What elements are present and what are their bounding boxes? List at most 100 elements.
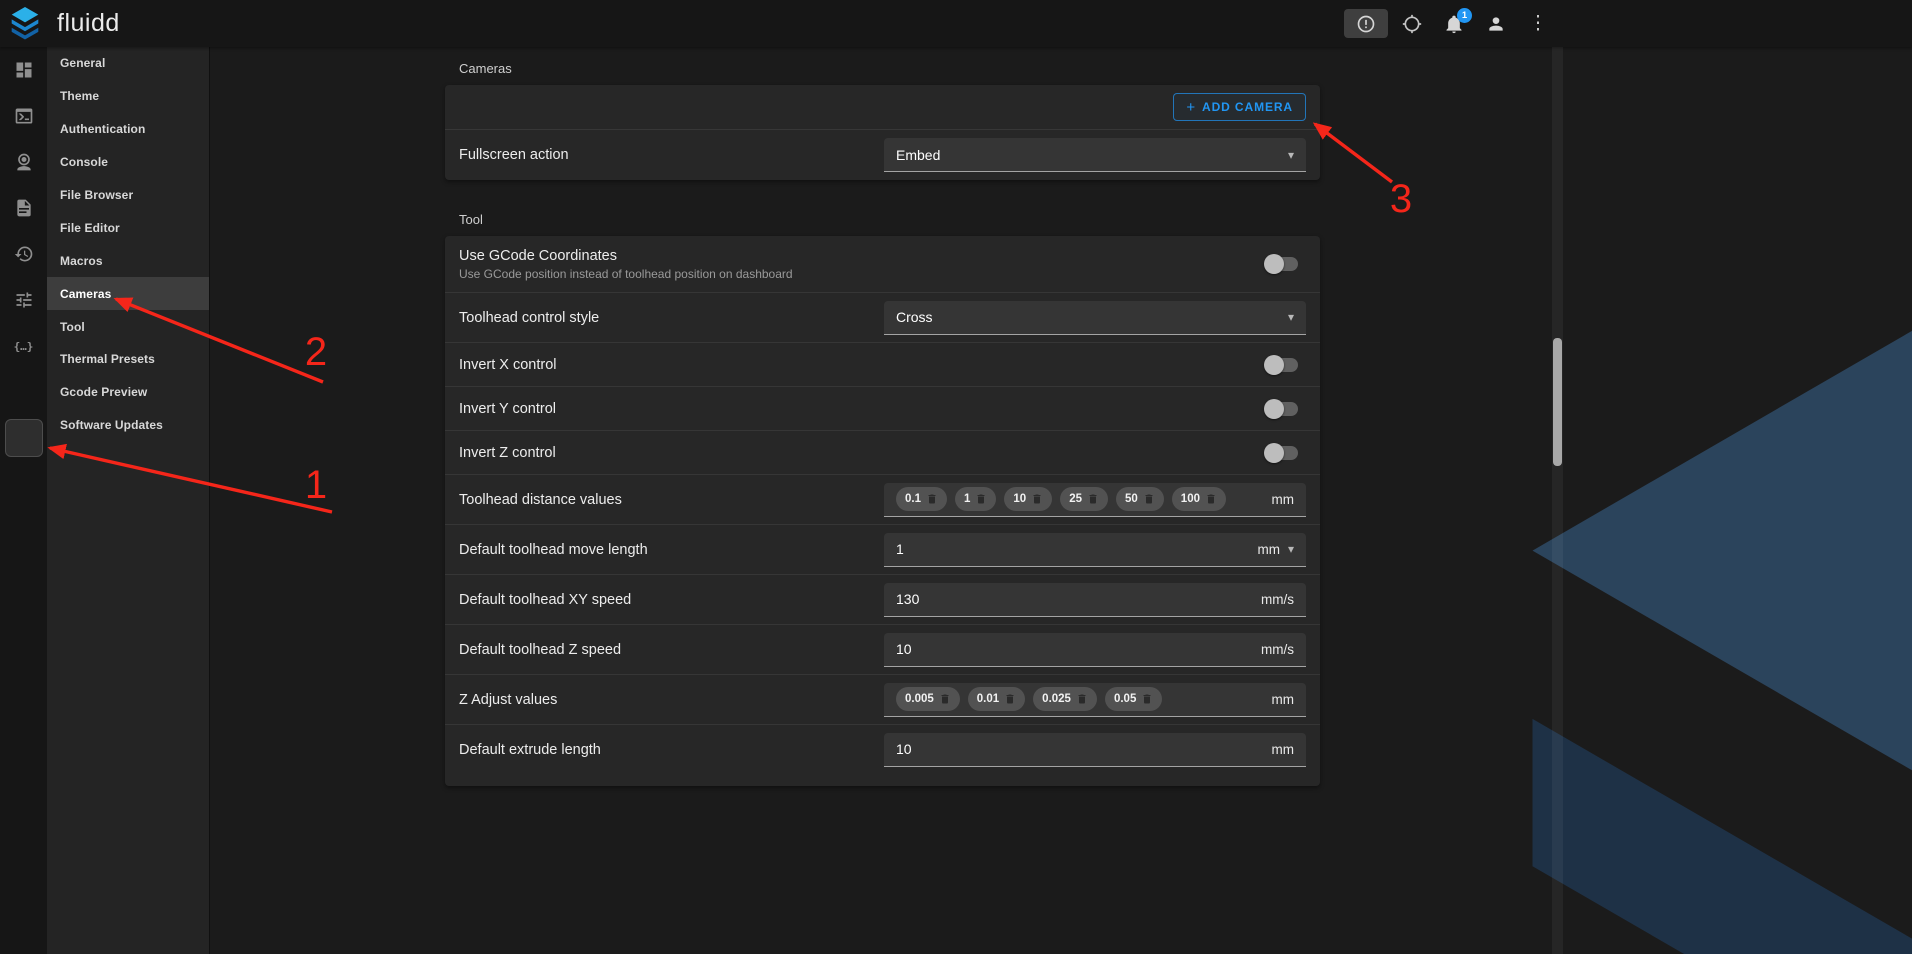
chips-z-adjust-values: 0.0050.010.0250.05mm bbox=[884, 683, 1306, 717]
files-icon bbox=[14, 198, 34, 218]
sidebar-item-cameras[interactable]: Cameras bbox=[47, 277, 209, 310]
select-value: Cross bbox=[896, 309, 1280, 325]
sidebar-item-gcode-preview[interactable]: Gcode Preview bbox=[47, 376, 209, 409]
row-label: Default toolhead XY speed bbox=[459, 592, 884, 608]
sidebar-item-general[interactable]: General bbox=[47, 47, 209, 80]
delete-icon[interactable] bbox=[1141, 693, 1153, 705]
delete-icon[interactable] bbox=[1031, 493, 1043, 505]
toggle-switch-invert-x-control[interactable] bbox=[1264, 355, 1300, 375]
sidebar-item-thermal-presets[interactable]: Thermal Presets bbox=[47, 343, 209, 376]
chips-toolhead-distance-values: 0.1 1 10 25 50 100 mm bbox=[884, 483, 1306, 517]
input-value: 10 bbox=[896, 641, 1251, 657]
tool-rows: Use GCode CoordinatesUse GCode position … bbox=[445, 236, 1320, 786]
cameras-card: + ADD CAMERA Fullscreen action Embed ▾ bbox=[445, 85, 1320, 180]
value-chip[interactable]: 0.005 bbox=[896, 687, 960, 711]
topbar: fluidd 1 ⋮ bbox=[0, 0, 1912, 47]
fluidd-logo-icon[interactable] bbox=[10, 8, 40, 40]
notification-badge: 1 bbox=[1457, 8, 1472, 23]
input-value: 10 bbox=[896, 741, 1262, 757]
tool-card: Use GCode CoordinatesUse GCode position … bbox=[445, 236, 1320, 786]
console-icon bbox=[14, 106, 34, 126]
rail-item-history[interactable] bbox=[0, 231, 47, 277]
chip-value: 50 bbox=[1125, 493, 1138, 505]
sidebar-item-software-updates[interactable]: Software Updates bbox=[47, 409, 209, 442]
add-camera-label: ADD CAMERA bbox=[1202, 100, 1293, 114]
row-label: Invert Z control bbox=[459, 445, 884, 461]
unit-suffix: mm bbox=[1272, 492, 1295, 507]
delete-icon[interactable] bbox=[1076, 693, 1088, 705]
value-chip[interactable]: 50 bbox=[1116, 487, 1164, 511]
row-label: Invert X control bbox=[459, 357, 884, 373]
toggle-switch-use-gcode-coordinates[interactable] bbox=[1264, 254, 1300, 274]
sidebar-item-file-browser[interactable]: File Browser bbox=[47, 179, 209, 212]
rail-item-tune[interactable] bbox=[0, 277, 47, 323]
rail-item-console[interactable] bbox=[0, 93, 47, 139]
input-default-toolhead-move-length[interactable]: 1mm▾ bbox=[884, 533, 1306, 567]
toggle-switch-invert-y-control[interactable] bbox=[1264, 399, 1300, 419]
add-camera-button[interactable]: + ADD CAMERA bbox=[1173, 93, 1306, 121]
row-label: Default extrude length bbox=[459, 742, 884, 758]
sidebar-item-macros[interactable]: Macros bbox=[47, 244, 209, 277]
sidebar-item-authentication[interactable]: Authentication bbox=[47, 113, 209, 146]
app-menu-button[interactable]: ⋮ bbox=[1520, 6, 1556, 42]
app-window: fluidd 1 ⋮ {…} GeneralThemeAuthenticatio… bbox=[0, 0, 1912, 954]
input-default-toolhead-xy-speed[interactable]: 130mm/s bbox=[884, 583, 1306, 617]
settings-row: Toolhead distance values0.11102550100mm bbox=[445, 474, 1320, 524]
sidebar-item-theme[interactable]: Theme bbox=[47, 80, 209, 113]
chip-value: 25 bbox=[1069, 493, 1082, 505]
delete-icon[interactable] bbox=[975, 493, 987, 505]
rail-item-files[interactable] bbox=[0, 185, 47, 231]
row-label: Z Adjust values bbox=[459, 692, 884, 708]
gear-icon bbox=[5, 419, 43, 457]
cameras-rows: Fullscreen action Embed ▾ bbox=[445, 129, 1320, 180]
value-chip[interactable]: 0.025 bbox=[1033, 687, 1097, 711]
sidebar-item-console[interactable]: Console bbox=[47, 146, 209, 179]
scrollbar-track bbox=[1552, 47, 1563, 954]
chevron-down-icon: ▾ bbox=[1288, 310, 1294, 324]
select-fullscreen-action[interactable]: Embed ▾ bbox=[884, 138, 1306, 172]
sidebar-item-file-editor[interactable]: File Editor bbox=[47, 211, 209, 244]
settings-row: Use GCode CoordinatesUse GCode position … bbox=[445, 236, 1320, 292]
chevron-down-icon: ▾ bbox=[1288, 148, 1294, 162]
rail-item-settings[interactable] bbox=[0, 415, 47, 461]
sidebar-item-tool[interactable]: Tool bbox=[47, 310, 209, 343]
value-chip[interactable]: 0.05 bbox=[1105, 687, 1162, 711]
settings-row: Default toolhead XY speed130mm/s bbox=[445, 574, 1320, 624]
settings-row: Z Adjust values0.0050.010.0250.05mm bbox=[445, 674, 1320, 724]
unit-suffix: mm bbox=[1257, 542, 1280, 557]
user-button[interactable] bbox=[1478, 6, 1514, 42]
delete-icon[interactable] bbox=[1205, 493, 1217, 505]
settings-row: Default toolhead Z speed10mm/s bbox=[445, 624, 1320, 674]
chevron-down-icon[interactable]: ▾ bbox=[1288, 542, 1294, 556]
row-label: Fullscreen action bbox=[459, 147, 884, 163]
delete-icon[interactable] bbox=[1087, 493, 1099, 505]
select-value: Embed bbox=[896, 147, 1280, 163]
delete-icon[interactable] bbox=[926, 493, 938, 505]
select-toolhead-control-style[interactable]: Cross ▾ bbox=[884, 301, 1306, 335]
dashboard-icon bbox=[14, 60, 34, 80]
input-default-toolhead-z-speed[interactable]: 10mm/s bbox=[884, 633, 1306, 667]
toggle-switch-invert-z-control[interactable] bbox=[1264, 443, 1300, 463]
locate-printer-button[interactable] bbox=[1394, 6, 1430, 42]
input-default-extrude-length[interactable]: 10mm bbox=[884, 733, 1306, 767]
value-chip[interactable]: 0.01 bbox=[968, 687, 1025, 711]
rail-item-system[interactable] bbox=[0, 369, 47, 415]
rail-item-dashboard[interactable] bbox=[0, 47, 47, 93]
delete-icon[interactable] bbox=[1004, 693, 1016, 705]
rail-item-camera[interactable] bbox=[0, 139, 47, 185]
settings-row: Toolhead control styleCross▾ bbox=[445, 292, 1320, 342]
delete-icon[interactable] bbox=[1143, 493, 1155, 505]
rail-item-configure[interactable]: {…} bbox=[0, 323, 47, 369]
value-chip[interactable]: 10 bbox=[1004, 487, 1052, 511]
value-chip[interactable]: 25 bbox=[1060, 487, 1108, 511]
cameras-section-title: Cameras bbox=[459, 61, 1320, 76]
scrollbar-thumb[interactable] bbox=[1553, 338, 1562, 466]
value-chip[interactable]: 1 bbox=[955, 487, 996, 511]
cameras-card-toolbar: + ADD CAMERA bbox=[445, 85, 1320, 129]
value-chip[interactable]: 100 bbox=[1172, 487, 1226, 511]
delete-icon[interactable] bbox=[939, 693, 951, 705]
notifications-button[interactable]: 1 bbox=[1436, 6, 1472, 42]
row-label: Default toolhead move length bbox=[459, 542, 884, 558]
emergency-stop-button[interactable] bbox=[1344, 9, 1388, 38]
value-chip[interactable]: 0.1 bbox=[896, 487, 947, 511]
